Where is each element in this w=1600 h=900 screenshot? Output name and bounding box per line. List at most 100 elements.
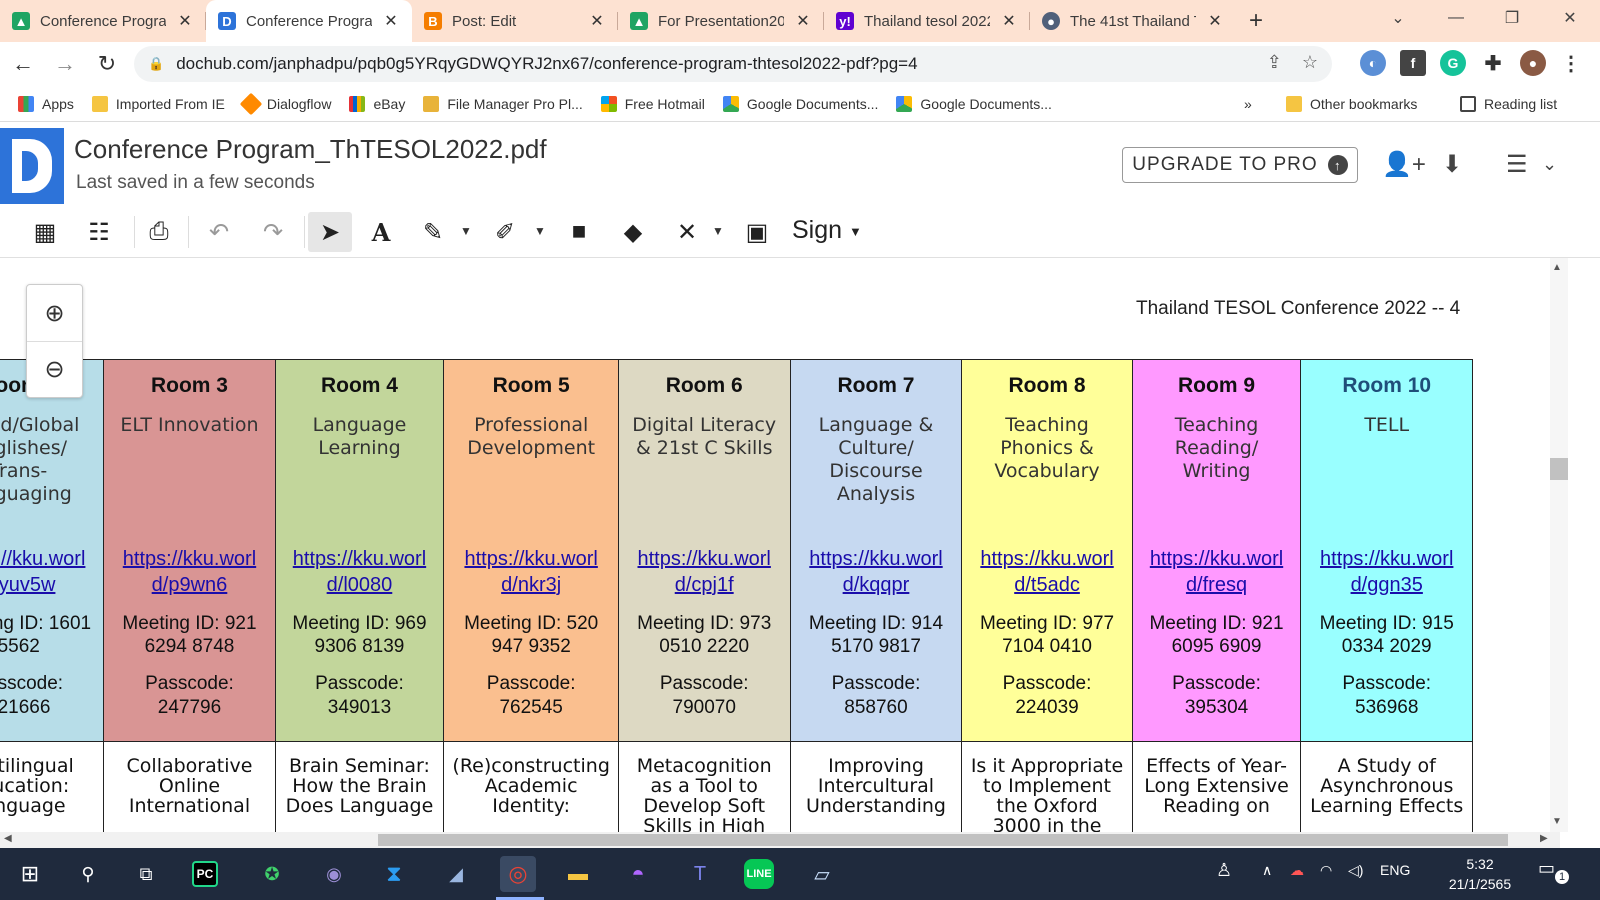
upgrade-to-pro-button[interactable]: UPGRADE TO PRO ↑ bbox=[1122, 147, 1358, 183]
caret-down-icon[interactable]: ▼ bbox=[712, 224, 724, 238]
bookmark-item[interactable]: Free Hotmail bbox=[600, 95, 705, 112]
download-icon[interactable]: ⬇ bbox=[1442, 150, 1462, 179]
bookmark-item[interactable]: File Manager Pro Pl... bbox=[423, 95, 583, 112]
bookmark-item[interactable]: Google Documents... bbox=[896, 95, 1052, 112]
facebook-icon[interactable]: f bbox=[1400, 50, 1426, 76]
task-view-icon[interactable]: ⧉ bbox=[128, 856, 164, 892]
zoom-meeting-link[interactable]: https://kku.world/fresq bbox=[1133, 546, 1301, 598]
dochub-logo[interactable] bbox=[0, 128, 64, 204]
close-icon[interactable]: ✕ bbox=[1000, 11, 1018, 31]
reading-list[interactable]: Reading list bbox=[1460, 95, 1557, 112]
teams-icon[interactable]: T bbox=[682, 856, 718, 892]
sign-dropdown[interactable]: Sign ▼ bbox=[792, 216, 862, 245]
text-tool-icon[interactable]: A bbox=[364, 212, 398, 252]
restore-button[interactable]: ❐ bbox=[1484, 0, 1540, 36]
chrome-icon[interactable]: ◎ bbox=[500, 856, 536, 892]
notepad-icon[interactable]: ▱ bbox=[804, 856, 840, 892]
extension-icon[interactable]: ◐ bbox=[1360, 50, 1386, 76]
outline-list-icon[interactable]: ☷ bbox=[82, 212, 116, 252]
wifi-icon[interactable]: ◠ bbox=[1320, 862, 1332, 879]
browser-tab[interactable]: ● The 41st Thailand TESOL ✕ bbox=[1030, 0, 1236, 42]
notification-center-icon[interactable]: ▭ bbox=[1538, 858, 1555, 879]
scroll-left-icon[interactable]: ◀ bbox=[4, 833, 12, 844]
volume-icon[interactable]: ◁) bbox=[1348, 862, 1363, 879]
bookmark-item[interactable]: Apps bbox=[18, 95, 74, 112]
tab-search-icon[interactable]: ⌄ bbox=[1370, 0, 1426, 36]
close-icon[interactable]: ✕ bbox=[588, 11, 606, 31]
file-explorer-icon[interactable]: ▬ bbox=[560, 856, 596, 892]
zoom-meeting-link[interactable]: https://kku.world/cpj1f bbox=[619, 546, 790, 598]
reload-button[interactable]: ↻ bbox=[88, 45, 126, 83]
print-icon[interactable]: ⎙ bbox=[142, 212, 176, 252]
select-pointer-icon[interactable]: ➤ bbox=[308, 212, 352, 252]
avatar[interactable]: ● bbox=[1520, 50, 1546, 76]
zoom-in-icon[interactable]: ⊕ bbox=[27, 285, 82, 341]
scroll-thumb[interactable] bbox=[1550, 458, 1568, 480]
highlighter-icon[interactable]: ✐ bbox=[488, 212, 522, 252]
undo-icon[interactable]: ↶ bbox=[202, 212, 236, 252]
zoom-meeting-link[interactable]: https://kku.world/ggn35 bbox=[1301, 546, 1472, 598]
add-user-icon[interactable]: 👤+ bbox=[1382, 150, 1426, 179]
scroll-thumb[interactable] bbox=[378, 834, 1508, 846]
cross-mark-icon[interactable]: ✕ bbox=[670, 212, 704, 252]
system-clock[interactable]: 5:32 21/1/2565 bbox=[1440, 854, 1520, 894]
browser-tab[interactable]: ▲ For Presentation2022 ✕ bbox=[618, 0, 824, 42]
zoom-meeting-link[interactable]: https://kku.world/nkr3j bbox=[444, 546, 617, 598]
bookmark-item[interactable]: Google Documents... bbox=[722, 95, 878, 112]
scroll-up-icon[interactable]: ▲ bbox=[1552, 262, 1562, 273]
close-icon[interactable]: ✕ bbox=[1206, 11, 1224, 31]
scroll-right-icon[interactable]: ▶ bbox=[1540, 833, 1548, 844]
bookmark-item[interactable]: eBay bbox=[349, 95, 405, 112]
forward-button[interactable]: → bbox=[46, 45, 84, 83]
line-icon[interactable]: LINE bbox=[744, 859, 774, 889]
chrome-menu-icon[interactable]: ⋮ bbox=[1558, 50, 1584, 76]
vscode-icon[interactable]: ⧗ bbox=[376, 856, 412, 892]
chevron-down-icon[interactable]: ⌄ bbox=[1542, 154, 1557, 175]
scroll-down-icon[interactable]: ▼ bbox=[1552, 816, 1562, 827]
browser-tab[interactable]: y! Thailand tesol 2022 ✕ bbox=[824, 0, 1030, 42]
search-icon[interactable]: ⚲ bbox=[70, 856, 106, 892]
menu-icon[interactable]: ☰ bbox=[1506, 150, 1528, 179]
image-icon[interactable]: ▣ bbox=[740, 212, 774, 252]
close-icon[interactable]: ✕ bbox=[382, 11, 400, 31]
bookmark-star-icon[interactable]: ☆ bbox=[1302, 52, 1318, 73]
new-tab-button[interactable]: + bbox=[1236, 0, 1276, 42]
grammarly-icon[interactable]: G bbox=[1440, 50, 1466, 76]
zoom-meeting-link[interactable]: https://kku.world/t5adc bbox=[962, 546, 1131, 598]
close-icon[interactable]: ✕ bbox=[794, 11, 812, 31]
zoom-meeting-link[interactable]: https://kku.world/l0080 bbox=[276, 546, 444, 598]
onedrive-error-icon[interactable]: ☁ bbox=[1290, 862, 1304, 879]
horizontal-scrollbar[interactable]: ◀ ▶ bbox=[0, 832, 1560, 848]
url-omnibox[interactable]: 🔒 dochub.com/janphadpu/pqb0g5YRqyGDWQYRJ… bbox=[134, 46, 1332, 82]
browser-tab[interactable]: B Post: Edit ✕ bbox=[412, 0, 618, 42]
browser-tab-active[interactable]: D Conference Program ✕ bbox=[206, 0, 412, 42]
other-bookmarks[interactable]: Other bookmarks bbox=[1286, 95, 1417, 112]
pycharm-icon[interactable]: PC bbox=[192, 861, 218, 887]
zoom-meeting-link[interactable]: https://kku.world/p9wn6 bbox=[104, 546, 274, 598]
chevron-up-icon[interactable]: ∧ bbox=[1262, 862, 1272, 879]
zoom-meeting-link[interactable]: https://kku.world/kqqpr bbox=[791, 546, 962, 598]
gitkraken-icon[interactable]: ✪ bbox=[254, 856, 290, 892]
pen-icon[interactable]: ✎ bbox=[416, 212, 450, 252]
language-indicator[interactable]: ENG bbox=[1380, 862, 1410, 878]
caret-down-icon[interactable]: ▼ bbox=[460, 224, 472, 238]
comment-icon[interactable]: ■ bbox=[562, 212, 596, 252]
redo-icon[interactable]: ↷ bbox=[256, 212, 290, 252]
bookmarks-overflow-button[interactable]: » bbox=[1244, 96, 1252, 112]
messenger-icon[interactable]: ◓ bbox=[620, 856, 656, 892]
share-icon[interactable]: ⇪ bbox=[1267, 52, 1282, 73]
people-icon[interactable]: ♙ bbox=[1216, 860, 1232, 881]
extensions-puzzle-icon[interactable]: ✚ bbox=[1480, 50, 1506, 76]
zoom-out-icon[interactable]: ⊖ bbox=[27, 341, 82, 397]
document-viewport[interactable]: Thailand TESOL Conference 2022 -- 4 ⊕ ⊖ … bbox=[0, 258, 1540, 832]
browser-tab[interactable]: ▲ Conference Program ✕ bbox=[0, 0, 206, 42]
bookmark-item[interactable]: Dialogflow bbox=[239, 92, 331, 115]
close-icon[interactable]: ✕ bbox=[176, 11, 194, 31]
eraser-icon[interactable]: ◆ bbox=[616, 212, 650, 252]
zoom-meeting-link[interactable]: https://kku.world/yuv5w bbox=[0, 546, 103, 598]
vertical-scrollbar[interactable]: ▲ ▼ bbox=[1540, 258, 1600, 832]
close-window-button[interactable]: ✕ bbox=[1542, 0, 1598, 36]
caret-down-icon[interactable]: ▼ bbox=[534, 224, 546, 238]
bookmark-item[interactable]: Imported From IE bbox=[91, 95, 225, 112]
document-title[interactable]: Conference Program_ThTESOL2022.pdf bbox=[74, 134, 547, 165]
